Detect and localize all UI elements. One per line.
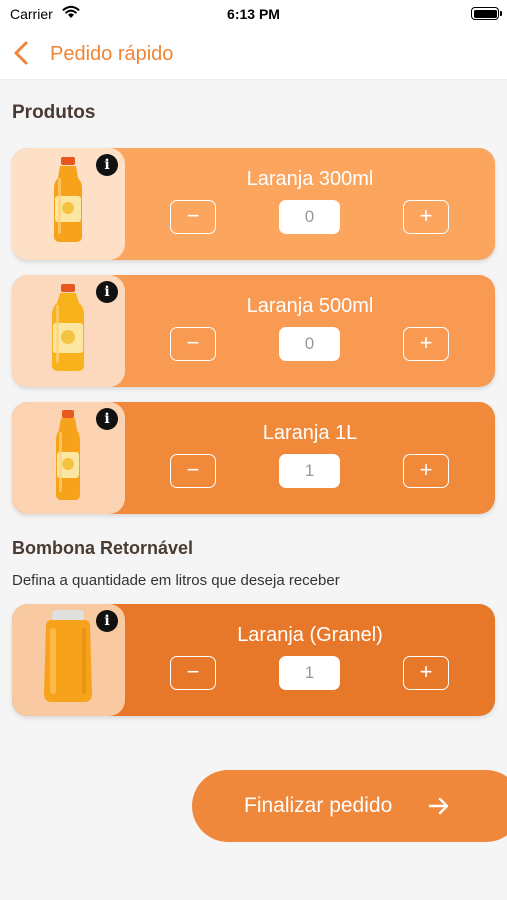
increase-quantity-button[interactable]: + — [403, 200, 449, 234]
product-thumbnail: i — [12, 275, 125, 387]
decrease-quantity-button[interactable]: − — [170, 200, 216, 234]
quantity-input[interactable]: 0 — [279, 327, 340, 361]
page-title: Pedido rápido — [50, 43, 174, 65]
product-name: Laranja (Granel) — [237, 624, 383, 646]
battery-icon — [471, 7, 502, 20]
decrease-quantity-button[interactable]: − — [170, 656, 216, 690]
returnable-section-title: Bombona Retornável — [12, 538, 194, 558]
product-thumbnail: i — [12, 148, 125, 260]
back-chevron-icon[interactable] — [10, 40, 32, 66]
finalize-order-button[interactable]: Finalizar pedido — [192, 770, 507, 842]
status-bar: Carrier 6:13 PM — [0, 0, 507, 28]
status-time: 6:13 PM — [227, 6, 280, 22]
product-card-laranja-1l: i Laranja 1L − 1 + — [12, 402, 495, 514]
nav-bar: Pedido rápido — [0, 28, 507, 80]
info-icon[interactable]: i — [96, 610, 118, 632]
product-card-laranja-300ml: i Laranja 300ml − 0 + — [12, 148, 495, 260]
quantity-input[interactable]: 1 — [279, 454, 340, 488]
info-icon[interactable]: i — [96, 408, 118, 430]
decrease-quantity-button[interactable]: − — [170, 327, 216, 361]
increase-quantity-button[interactable]: + — [403, 327, 449, 361]
product-thumbnail: i — [12, 604, 125, 716]
arrow-right-icon — [428, 797, 449, 815]
info-icon[interactable]: i — [96, 154, 118, 176]
quantity-input[interactable]: 1 — [279, 656, 340, 690]
increase-quantity-button[interactable]: + — [403, 656, 449, 690]
product-name: Laranja 1L — [262, 422, 358, 444]
returnable-section-subtitle: Defina a quantidade em litros que deseja… — [12, 572, 340, 589]
product-card-laranja-500ml: i Laranja 500ml − 0 + — [12, 275, 495, 387]
quantity-input[interactable]: 0 — [279, 200, 340, 234]
finalize-order-label: Finalizar pedido — [244, 794, 393, 817]
product-name: Laranja 300ml — [246, 168, 374, 190]
product-card-laranja-granel: i Laranja (Granel) − 1 + — [12, 604, 495, 716]
increase-quantity-button[interactable]: + — [403, 454, 449, 488]
info-icon[interactable]: i — [96, 281, 118, 303]
product-name: Laranja 500ml — [246, 295, 374, 317]
products-section-title: Produtos — [12, 102, 96, 123]
decrease-quantity-button[interactable]: − — [170, 454, 216, 488]
product-thumbnail: i — [12, 402, 125, 514]
